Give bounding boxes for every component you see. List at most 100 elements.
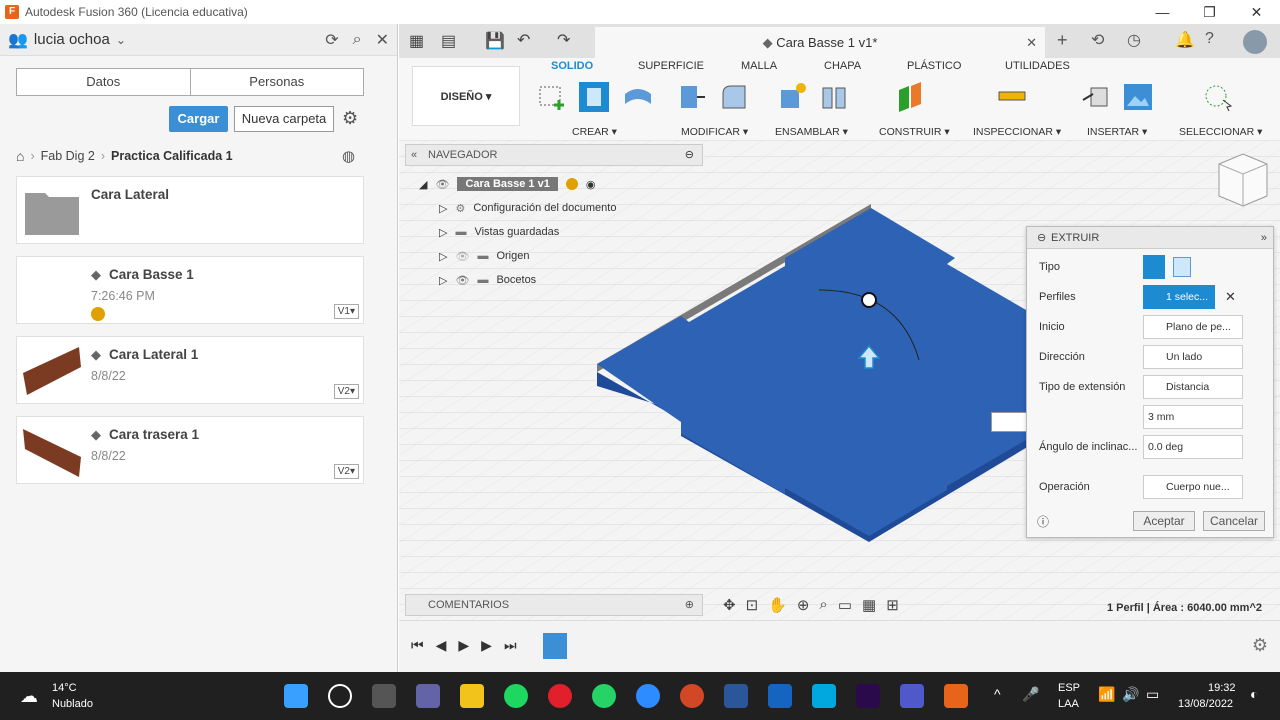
fillet-icon[interactable] xyxy=(719,82,749,112)
measure-icon[interactable] xyxy=(997,82,1027,112)
list-item[interactable]: ◆ Cara trasera 1 8/8/22 V2▾ xyxy=(16,416,364,484)
spotify-icon[interactable] xyxy=(504,684,528,708)
minus-icon[interactable]: ⊖ xyxy=(685,145,694,165)
version-dropdown[interactable]: V2▾ xyxy=(333,384,359,399)
weather-desc[interactable]: Nublado xyxy=(52,698,93,710)
tab-superficie[interactable]: SUPERFICIE xyxy=(638,60,704,72)
expand-arrows-icon[interactable]: » xyxy=(1261,227,1267,249)
taper-angle-field[interactable]: 0.0 deg xyxy=(1143,435,1243,459)
avatar[interactable] xyxy=(1243,30,1267,54)
clock-time[interactable]: 19:32 xyxy=(1208,682,1236,694)
solid-type-icon[interactable] xyxy=(1143,255,1165,279)
expand-icon[interactable]: ▷ xyxy=(439,274,447,287)
extent-type-select[interactable]: Distancia xyxy=(1143,375,1243,399)
viewports-icon[interactable]: ⊞ xyxy=(886,596,899,614)
new-tab-icon[interactable]: + xyxy=(1057,30,1068,51)
help-icon[interactable]: ? xyxy=(1205,30,1214,48)
clock-date[interactable]: 13/08/2022 xyxy=(1178,698,1233,710)
tab-plastico[interactable]: PLÁSTICO xyxy=(907,60,961,72)
tab-personas[interactable]: Personas xyxy=(191,69,364,95)
language-code[interactable]: ESP xyxy=(1058,682,1080,694)
tree-node[interactable]: ▷ 👁 ▬ Bocetos xyxy=(419,268,616,292)
opera-icon[interactable] xyxy=(548,684,572,708)
expand-icon[interactable]: ▷ xyxy=(439,226,447,239)
tab-solido[interactable]: SOLIDO xyxy=(551,60,593,72)
home-icon[interactable]: ⌂ xyxy=(16,148,24,164)
powerpoint-icon[interactable] xyxy=(680,684,704,708)
search-icon[interactable]: ⌕ xyxy=(353,31,362,49)
restore-button[interactable]: ❐ xyxy=(1186,0,1233,24)
expand-icon[interactable]: ▷ xyxy=(439,202,447,215)
thin-type-icon[interactable] xyxy=(1173,257,1191,277)
group-inspeccionar[interactable]: INSPECCIONAR ▾ xyxy=(973,126,1061,138)
search-icon[interactable] xyxy=(328,684,352,708)
minimize-button[interactable]: — xyxy=(1139,0,1186,24)
windows-start-icon[interactable] xyxy=(284,684,308,708)
whatsapp-icon[interactable] xyxy=(592,684,616,708)
go-to-end-icon[interactable]: ⏭ xyxy=(504,637,517,654)
tab-datos[interactable]: Datos xyxy=(17,69,191,95)
close-panel-icon[interactable]: ✕ xyxy=(376,30,389,50)
tab-utilidades[interactable]: UTILIDADES xyxy=(1005,60,1070,72)
tree-node[interactable]: ▷ ▬ Vistas guardadas xyxy=(419,220,616,244)
undo-icon[interactable]: ↶ xyxy=(517,30,530,50)
extrude-icon[interactable] xyxy=(579,82,609,112)
tab-malla[interactable]: MALLA xyxy=(741,60,777,72)
comments-panel[interactable]: COMENTARIOS ⊕ xyxy=(405,594,703,616)
add-comment-icon[interactable]: ⊕ xyxy=(685,595,694,615)
tree-node[interactable]: ▷ ⚙ Configuración del documento xyxy=(419,196,616,220)
tree-node[interactable]: ▷ 👁 ▬ Origen xyxy=(419,244,616,268)
insert-image-icon[interactable] xyxy=(1123,82,1153,112)
list-item[interactable]: Cara Lateral xyxy=(16,176,364,244)
tab-chapa[interactable]: CHAPA xyxy=(824,60,861,72)
tree-root[interactable]: ◢ 👁 Cara Basse 1 v1 ◉ xyxy=(419,172,616,196)
fusion-taskbar-icon[interactable] xyxy=(944,684,968,708)
tab-document[interactable]: ◆ Cara Basse 1 v1* ✕ xyxy=(595,27,1045,58)
eye-hidden-icon[interactable]: 👁 xyxy=(455,250,469,263)
premiere-icon[interactable] xyxy=(856,684,880,708)
list-item[interactable]: ◆ Cara Lateral 1 8/8/22 V2▾ xyxy=(16,336,364,404)
word-icon[interactable] xyxy=(724,684,748,708)
revolve-icon[interactable] xyxy=(623,82,653,112)
gear-icon[interactable]: ⚙ xyxy=(342,108,358,129)
collapse-icon[interactable]: ⊖ xyxy=(1037,227,1046,249)
battery-icon[interactable]: ▭ xyxy=(1146,686,1159,703)
go-to-start-icon[interactable]: ⏮ xyxy=(411,637,424,654)
teams-icon[interactable] xyxy=(900,684,924,708)
direction-select[interactable]: Un lado xyxy=(1143,345,1243,369)
triangle-down-icon[interactable]: ◢ xyxy=(419,178,427,191)
jobs-icon[interactable]: ◷ xyxy=(1127,30,1141,50)
version-dropdown[interactable]: V1▾ xyxy=(333,304,359,319)
play-icon[interactable]: ▶ xyxy=(458,637,469,654)
radio-icon[interactable]: ◉ xyxy=(586,178,596,191)
upload-button[interactable]: Cargar xyxy=(169,106,228,132)
group-modificar[interactable]: MODIFICAR ▾ xyxy=(681,126,748,138)
browser-panel[interactable]: « NAVEGADOR ⊖ xyxy=(405,144,703,166)
chevron-down-icon[interactable]: ⌄ xyxy=(116,33,126,47)
extensions-icon[interactable]: ⟲ xyxy=(1091,30,1104,50)
zoom-app-icon[interactable] xyxy=(636,684,660,708)
volume-icon[interactable]: 🔊 xyxy=(1122,686,1139,703)
pan-icon[interactable]: ✋ xyxy=(768,596,787,614)
group-construir[interactable]: CONSTRUIR ▾ xyxy=(879,126,950,138)
info-icon[interactable]: ⓘ xyxy=(1037,513,1049,530)
collapse-icon[interactable]: « xyxy=(411,145,417,165)
select-icon[interactable] xyxy=(1203,82,1233,112)
fit-icon[interactable]: ⌕ xyxy=(819,596,827,614)
group-insertar[interactable]: INSERTAR ▾ xyxy=(1087,126,1147,138)
timeline-settings-icon[interactable]: ⚙ xyxy=(1252,635,1268,656)
insert-derive-icon[interactable] xyxy=(1081,82,1111,112)
display-settings-icon[interactable]: ▭ xyxy=(838,596,852,614)
list-item[interactable]: Cara Basse 1 ◆ 7:26:46 PM V1▾ xyxy=(16,256,364,324)
create-sketch-icon[interactable] xyxy=(537,82,567,112)
zoom-icon[interactable]: ⊕ xyxy=(797,596,810,614)
file-icon[interactable]: ▤ xyxy=(441,31,456,51)
ok-button[interactable]: Aceptar xyxy=(1133,511,1195,531)
notifications-icon[interactable]: 🔔 xyxy=(1175,30,1195,50)
root-component[interactable]: Cara Basse 1 v1 xyxy=(457,177,558,191)
task-view-icon[interactable] xyxy=(372,684,396,708)
breadcrumb-item[interactable]: Fab Dig 2 xyxy=(41,149,95,163)
group-crear[interactable]: CREAR ▾ xyxy=(572,126,617,138)
close-window-button[interactable]: ✕ xyxy=(1233,0,1280,24)
team-icon[interactable]: 👥 xyxy=(8,30,28,50)
